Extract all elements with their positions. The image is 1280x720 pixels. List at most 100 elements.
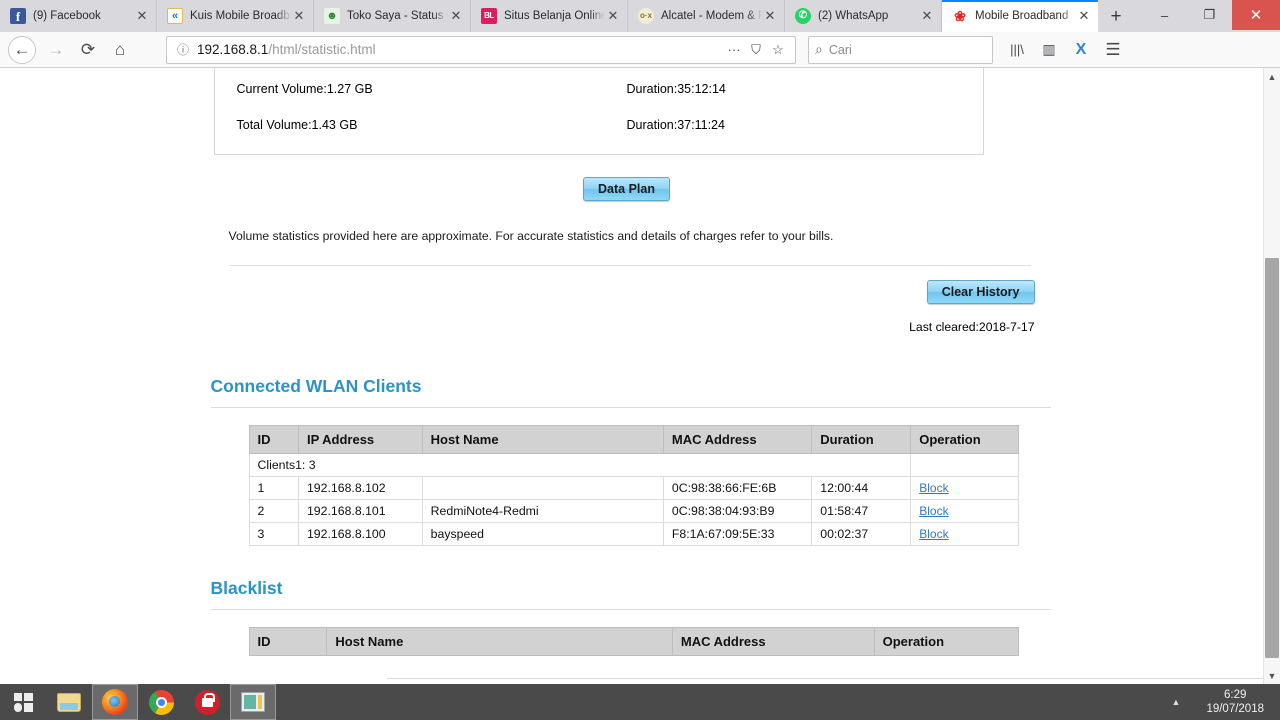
maximize-button[interactable]: ❐ [1187,0,1232,30]
th-duration: Duration [811,425,912,454]
window-controls: – ❐ ✕ [1142,0,1280,30]
tab-close-icon[interactable]: ✕ [762,8,778,24]
cell-operation: Block [910,522,1019,546]
scrollbar-thumb[interactable] [1265,258,1279,658]
search-bar[interactable]: ⌕ Cari [808,35,993,64]
cell-ip: 192.168.8.100 [297,522,423,546]
current-duration-label: Duration:35:12:14 [626,82,726,96]
close-window-button[interactable]: ✕ [1232,0,1280,30]
new-tab-button[interactable]: + [1099,2,1133,32]
tray-expand-icon[interactable]: ▲ [1172,697,1181,707]
tab-label: (2) WhatsApp [818,10,889,22]
pocket-icon[interactable]: ⛉ [745,42,767,58]
tab-facebook[interactable]: (9) Facebook ✕ [0,0,157,32]
connected-wlan-clients-section: Connected WLAN Clients ID IP Address Hos… [207,374,1051,546]
page-actions-icon[interactable]: ··· [723,42,745,57]
tab-close-icon[interactable]: ✕ [448,8,464,24]
clear-history-row: Clear History [207,280,1047,304]
cell-mac: 0C:98:38:04:93:B9 [662,499,813,523]
page-scrollbar[interactable]: ▲ ▼ [1263,68,1280,684]
home-icon[interactable]: ⌂ [104,35,136,65]
taskbar-firefox[interactable] [92,684,138,720]
th-operation: Operation [873,627,1019,656]
cell-host: RedmiNote4-Redmi [421,499,664,523]
table-row: 3 192.168.8.100 bayspeed F8:1A:67:09:5E:… [248,522,1019,546]
scroll-down-icon[interactable]: ▼ [1264,667,1280,684]
cell-id: 1 [248,476,299,500]
total-duration-label: Duration:37:11:24 [626,118,725,132]
cell-operation: Block [910,476,1019,500]
tab-close-icon[interactable]: ✕ [605,8,621,24]
start-button[interactable] [0,684,46,720]
table-row: 1 192.168.8.102 0C:98:38:66:FE:6B 12:00:… [248,476,1019,500]
library-icon[interactable]: |||\ [1001,35,1033,65]
toko-icon [324,8,340,24]
data-plan-button[interactable]: Data Plan [583,177,670,201]
tab-label: Alcatel - Modem & F [661,10,762,22]
th-mac-address: MAC Address [662,425,813,454]
blacklist-section-title: Blacklist [210,578,283,598]
last-cleared-label: Last cleared:2018-7-17 [909,320,1035,334]
clear-history-button[interactable]: Clear History [926,280,1035,304]
tab-toko-saya[interactable]: Toko Saya - Status P ✕ [314,0,471,32]
url-bar[interactable]: ⓘ 192.168.8.1/html/statistic.html ··· ⛉ … [166,35,796,64]
tab-situs-belanja-online[interactable]: Situs Belanja Online ✕ [471,0,628,32]
tab-whatsapp[interactable]: (2) WhatsApp ✕ [785,0,942,32]
tab-close-icon[interactable]: ✕ [134,8,150,24]
taskbar-security-app[interactable] [184,684,230,720]
taskbar-file-explorer[interactable] [46,684,92,720]
block-link[interactable]: Block [919,527,948,541]
tab-label: (9) Facebook [33,10,101,22]
navigation-toolbar: ← → ⟳ ⌂ ⓘ 192.168.8.1/html/statistic.htm… [0,32,1280,68]
th-operation: Operation [910,425,1019,454]
whatsapp-icon [795,8,811,24]
menu-icon[interactable]: ☰ [1097,35,1129,65]
bukalapak-icon [481,8,497,24]
chrome-icon [148,689,174,715]
taskbar-clock[interactable]: 6:29 19/07/2018 [1206,688,1272,716]
statistics-disclaimer: Volume statistics provided here are appr… [228,229,834,243]
system-tray: ▲ 6:29 19/07/2018 [1172,688,1280,716]
forward-icon[interactable]: → [40,35,72,65]
table-header-row: ID Host Name MAC Address Operation [248,627,1019,656]
tab-mobile-broadband[interactable]: Mobile Broadband ✕ [942,0,1099,32]
tab-kuis-mobile-broadband[interactable]: Kuis Mobile Broadba ✕ [157,0,314,32]
scroll-up-icon[interactable]: ▲ [1264,68,1280,85]
tab-close-icon[interactable]: ✕ [1076,8,1092,24]
content-wrapper: Current Volume:1.27 GB Duration:35:12:14… [207,68,1280,684]
tab-strip: (9) Facebook ✕ Kuis Mobile Broadba ✕ Tok… [0,0,1280,32]
back-icon[interactable]: ← [8,35,36,64]
cell-host: bayspeed [421,522,664,546]
search-placeholder: Cari [828,42,852,57]
tab-alcatel-modem[interactable]: Alcatel - Modem & F ✕ [628,0,785,32]
minimize-button[interactable]: – [1142,0,1187,30]
tab-close-icon[interactable]: ✕ [291,8,307,24]
th-mac-address: MAC Address [671,627,875,656]
block-link[interactable]: Block [919,481,948,495]
windows-logo-icon [13,692,33,712]
toolbar-right-group: |||\ ▥ X ☰ [1001,35,1129,65]
taskbar-chrome[interactable] [138,684,184,720]
taskbar-media-app[interactable] [230,684,276,720]
site-info-icon[interactable]: ⓘ [173,41,193,58]
block-link[interactable]: Block [919,504,948,518]
account-icon[interactable]: X [1065,35,1097,65]
cell-host [421,476,664,500]
tab-label: Toko Saya - Status P [347,10,448,22]
browser-window: (9) Facebook ✕ Kuis Mobile Broadba ✕ Tok… [0,0,1280,684]
tab-close-icon[interactable]: ✕ [919,8,935,24]
table-header-row: ID IP Address Host Name MAC Address Dura… [248,425,1019,454]
windows-taskbar: ▲ 6:29 19/07/2018 [0,684,1280,720]
th-ip-address: IP Address [297,425,423,454]
wlan-clients-table: ID IP Address Host Name MAC Address Dura… [248,425,1019,546]
tab-label: Situs Belanja Online [504,10,605,22]
clock-date: 19/07/2018 [1206,703,1264,715]
th-id: ID [248,425,299,454]
th-host-name: Host Name [421,425,664,454]
volume-statistics-box: Current Volume:1.27 GB Duration:35:12:14… [213,68,984,155]
bookmark-star-icon[interactable]: ☆ [767,42,789,58]
firefox-icon [102,689,128,715]
sidebar-icon[interactable]: ▥ [1033,35,1065,65]
cell-duration: 01:58:47 [811,499,912,523]
reload-icon[interactable]: ⟳ [72,35,104,65]
